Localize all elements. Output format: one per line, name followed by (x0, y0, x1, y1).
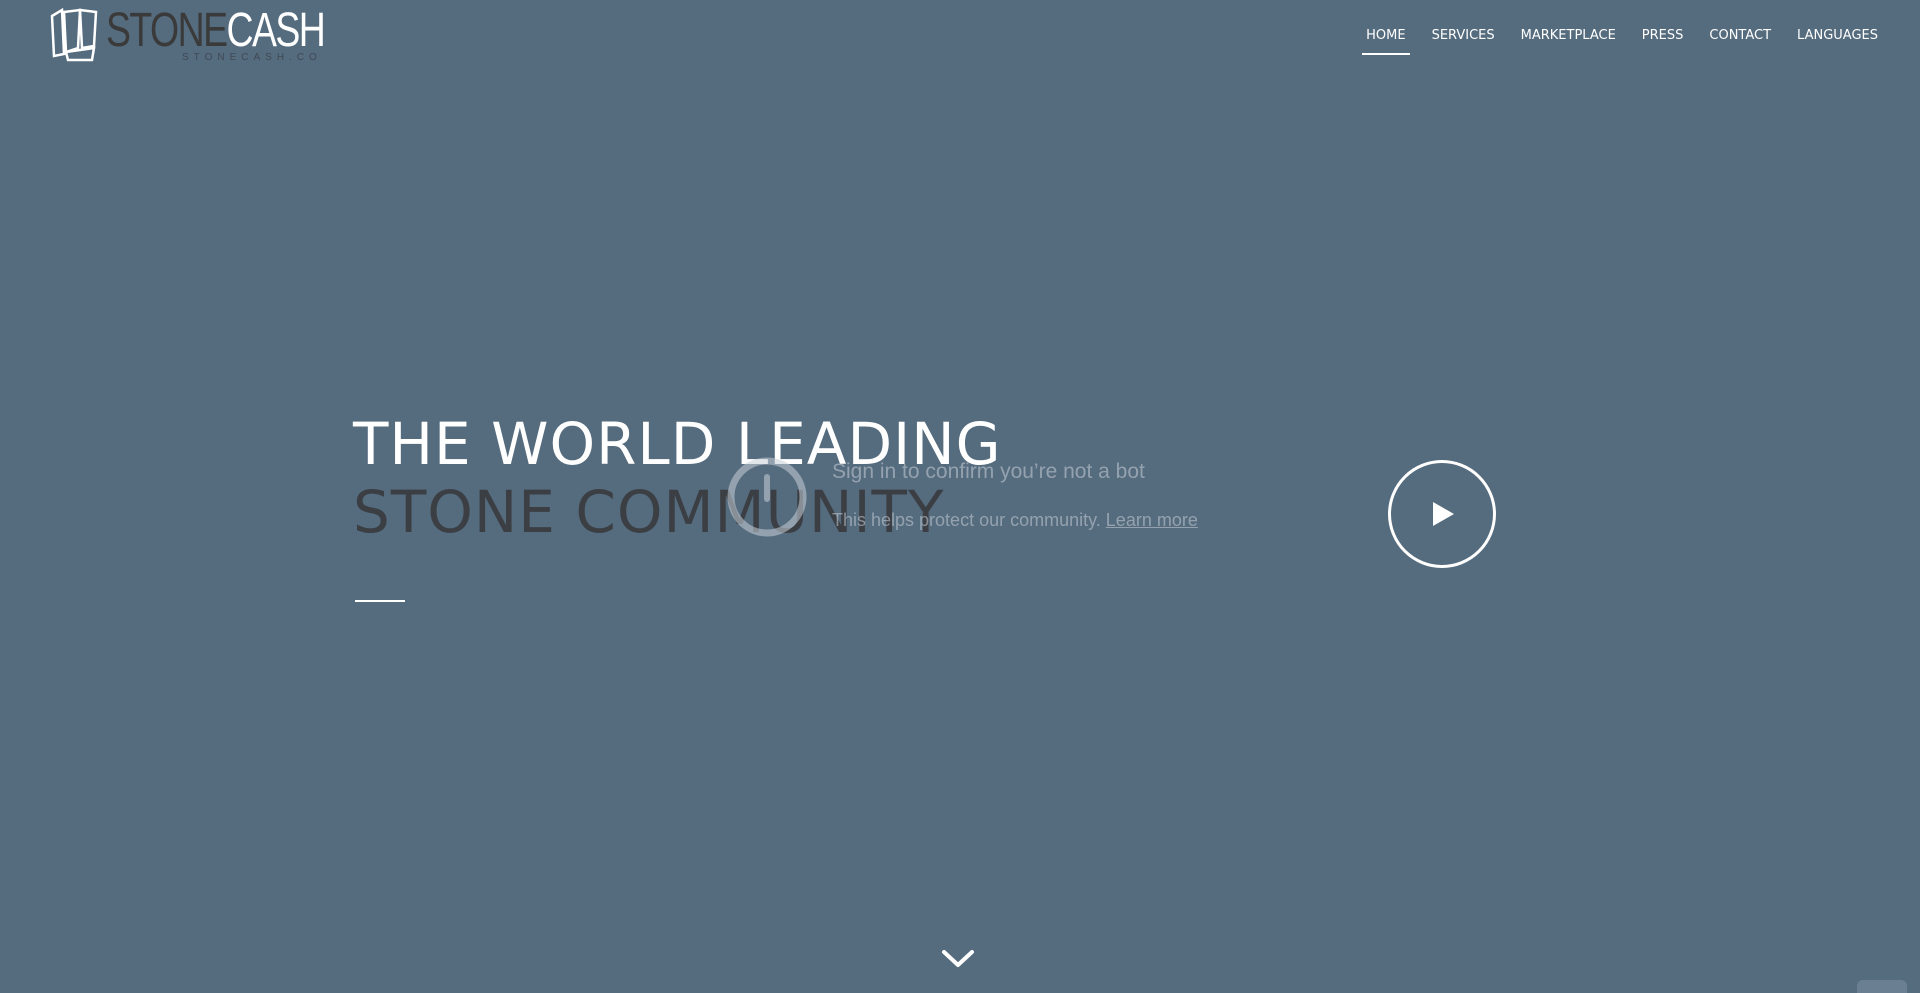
bot-check-overlay: Sign in to confirm you’re not a bot This… (725, 455, 1245, 545)
bot-check-title: Sign in to confirm you’re not a bot (832, 460, 1145, 483)
logo-subtitle: STONECASH.CO (182, 52, 322, 63)
main-nav: HOME SERVICES MARKETPLACE PRESS CONTACT … (1340, 0, 1878, 72)
logo-wordmark: STONECASH (106, 4, 326, 57)
nav-item-services[interactable]: SERVICES (1432, 0, 1495, 43)
page: STONECASH STONECASH.CO HOME SERVICES MAR… (0, 0, 1920, 993)
nav-item-contact[interactable]: CONTACT (1709, 0, 1771, 43)
play-icon (1433, 502, 1454, 526)
hero-divider (355, 600, 405, 602)
nav-item-marketplace[interactable]: MARKETPLACE (1521, 0, 1616, 43)
play-video-button[interactable] (1388, 460, 1496, 568)
corner-widget[interactable] (1857, 980, 1907, 993)
logo-word-stone: STONE (106, 4, 228, 57)
bot-check-text: This helps protect our community. Learn … (832, 510, 1198, 531)
warning-power-icon (727, 457, 807, 537)
bot-check-description: This helps protect our community. (832, 510, 1101, 530)
nav-item-languages[interactable]: LANGUAGES (1797, 0, 1878, 43)
site-logo[interactable]: STONECASH STONECASH.CO (50, 4, 330, 63)
chevron-down-icon[interactable] (940, 946, 976, 970)
logo-word-cash: CASH (226, 4, 325, 57)
stone-blocks-icon (50, 7, 98, 62)
learn-more-link[interactable]: Learn more (1106, 510, 1198, 530)
nav-item-press[interactable]: PRESS (1642, 0, 1684, 43)
nav-item-home[interactable]: HOME (1362, 0, 1411, 55)
